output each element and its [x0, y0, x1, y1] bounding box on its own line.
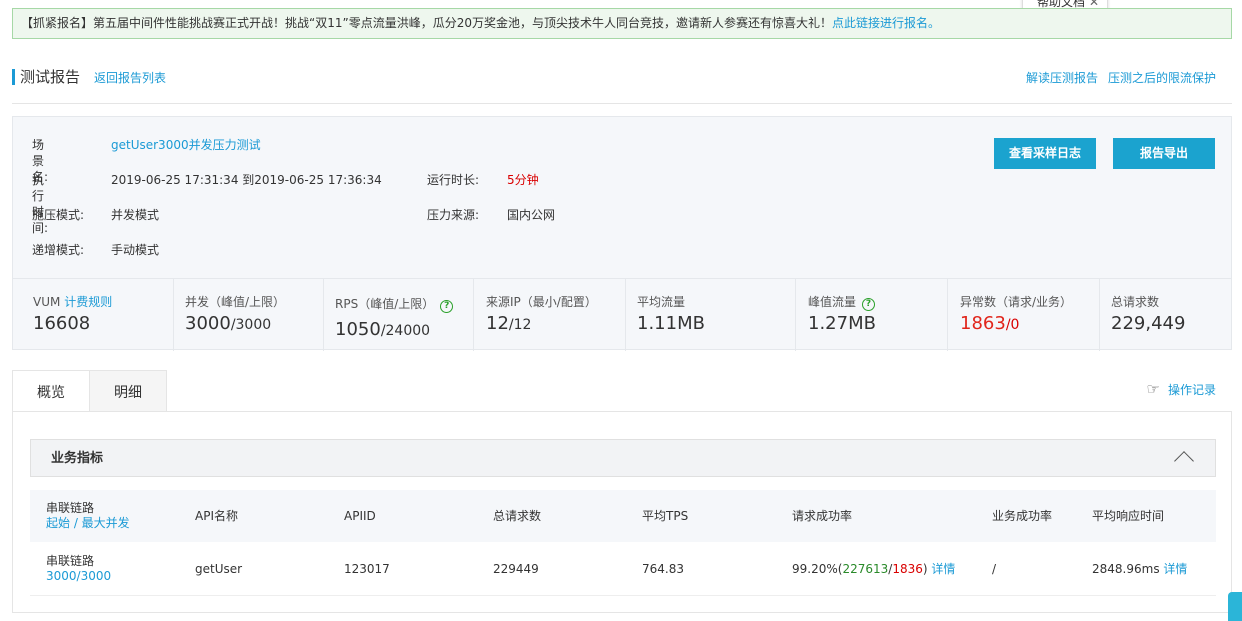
header-avg-tps: 平均TPS	[642, 509, 689, 523]
title-accent-bar	[12, 69, 15, 85]
response-time-detail-link[interactable]: 详情	[1163, 562, 1187, 576]
tab-overview[interactable]: 概览	[12, 370, 90, 412]
time-value: 2019-06-25 17:31:34 到2019-06-25 17:36:34	[111, 173, 382, 187]
ip-min: 12	[486, 313, 509, 334]
success-detail-link[interactable]: 详情	[931, 562, 955, 576]
pointing-hand-icon: ☞	[1146, 380, 1160, 398]
ramp-value: 手动模式	[111, 243, 160, 257]
rps-peak: 1050	[335, 319, 381, 340]
operation-record-link[interactable]: ☞ 操作记录	[1147, 381, 1216, 398]
row-biz-success-rate: /	[992, 562, 997, 576]
overview-panel: 业务指标 串联链路 起始 / 最大并发 API名称 APIID 总请求数 平均T…	[12, 411, 1232, 613]
mode-label: 施压模式:	[32, 208, 85, 222]
metric-label: VUM 计费规则	[33, 293, 112, 310]
success-rate-value: 99.20%	[792, 562, 838, 576]
metrics-strip: VUM 计费规则 16608 并发（峰值/上限） 3000/3000 RPS（峰…	[13, 278, 1231, 351]
concurrency-peak: 3000	[185, 313, 231, 334]
row-success-rate: 99.20%(227613/1836) 详情	[792, 562, 956, 576]
table-row: 串联链路 3000/3000 getUser 123017 229449 764…	[30, 542, 1216, 596]
time-label: 执行时间:	[32, 173, 49, 235]
announcement-banner: 【抓紧报名】第五届中间件性能挑战赛正式开战！挑战“双11”零点流量洪峰，瓜分20…	[12, 8, 1232, 39]
report-header: 测试报告 返回报告列表 解读压测报告 压测之后的限流保护	[12, 66, 1232, 104]
metric-value: 12/12	[486, 313, 531, 334]
duration-value: 5分钟	[507, 173, 539, 187]
view-sample-log-button[interactable]: 查看采样日志	[994, 138, 1096, 169]
row-avg-tps: 764.83	[642, 562, 684, 576]
metric-peak-flow: 峰值流量? 1.27MB	[796, 279, 948, 351]
peak-flow-label: 峰值流量	[808, 295, 857, 309]
report-info-panel: 场景名: getUser3000并发压力测试 执行时间: 2019-06-25 …	[12, 116, 1232, 351]
table-header: 串联链路 起始 / 最大并发 API名称 APIID 总请求数 平均TPS 请求…	[30, 490, 1216, 542]
header-api-id: APIID	[344, 509, 376, 523]
metric-value: 3000/3000	[185, 313, 271, 334]
metric-label: 并发（峰值/上限）	[185, 295, 286, 309]
fail-count: 1836	[892, 562, 923, 576]
metric-label: 平均流量	[637, 295, 686, 309]
row-avg-response-time: 2848.96ms 详情	[1092, 561, 1187, 577]
source-label: 压力来源:	[427, 208, 480, 222]
row-chain-concurrency: 3000/3000	[46, 569, 112, 583]
banner-signup-link[interactable]: 点此链接进行报名。	[832, 16, 940, 30]
metric-avg-flow: 平均流量 1.11MB	[626, 279, 796, 351]
metric-value: 1050/24000	[335, 319, 430, 340]
row-api-name: getUser	[195, 562, 243, 576]
metric-value: 16608	[33, 313, 91, 334]
metric-value: 229,449	[1111, 313, 1186, 334]
ramp-label: 递增模式:	[32, 243, 85, 257]
metric-source-ip: 来源IP（最小/配置） 12/12	[474, 279, 626, 351]
header-avg-response-time: 平均响应时间	[1092, 509, 1165, 523]
interpret-report-link[interactable]: 解读压测报告	[1026, 71, 1098, 85]
error-business: /0	[1005, 317, 1020, 333]
source-value: 国内公网	[507, 208, 556, 222]
export-report-button[interactable]: 报告导出	[1113, 138, 1215, 169]
duration-label: 运行时长:	[427, 173, 480, 187]
success-count: 227613	[842, 562, 889, 576]
header-success-rate: 请求成功率	[792, 509, 853, 523]
metric-value: 1.11MB	[637, 313, 705, 334]
metric-label: 总请求数	[1111, 295, 1160, 309]
back-to-report-list-link[interactable]: 返回报告列表	[94, 70, 166, 86]
header-biz-success-rate: 业务成功率	[992, 509, 1053, 523]
concurrency-limit: /3000	[230, 317, 272, 333]
metric-concurrency: 并发（峰值/上限） 3000/3000	[174, 279, 324, 351]
header-api-name: API名称	[195, 509, 238, 523]
billing-rules-link[interactable]: 计费规则	[64, 295, 112, 309]
row-chain: 串联链路	[46, 554, 95, 568]
metric-label: 来源IP（最小/配置）	[486, 295, 597, 309]
rate-limit-protection-link[interactable]: 压测之后的限流保护	[1108, 71, 1216, 85]
page-title: 测试报告	[20, 68, 81, 86]
metric-vum: VUM 计费规则 16608	[13, 279, 174, 351]
help-circle-icon[interactable]: ?	[862, 298, 876, 311]
ip-conf: /12	[508, 317, 532, 333]
error-requests: 1863	[960, 313, 1006, 334]
metric-label: RPS（峰值/上限）?	[335, 295, 454, 313]
scene-name-link[interactable]: getUser3000并发压力测试	[111, 137, 261, 153]
chevron-up-icon[interactable]	[1174, 451, 1194, 471]
operation-record-label: 操作记录	[1167, 383, 1216, 397]
mode-value: 并发模式	[111, 208, 160, 222]
metric-label: 异常数（请求/业务）	[960, 295, 1073, 309]
banner-text: 【抓紧报名】第五届中间件性能挑战赛正式开战！挑战“双11”零点流量洪峰，瓜分20…	[21, 16, 832, 30]
rps-label: RPS（峰值/上限）	[335, 297, 435, 311]
header-chain: 串联链路	[46, 501, 95, 515]
header-total-requests: 总请求数	[493, 509, 542, 523]
section-title: 业务指标	[51, 451, 104, 466]
rps-limit: /24000	[380, 323, 431, 339]
metric-value: 1.27MB	[808, 313, 876, 334]
metric-label: 峰值流量?	[808, 293, 876, 311]
floating-support-button[interactable]	[1228, 592, 1242, 621]
business-metrics-header[interactable]: 业务指标	[30, 439, 1216, 477]
metric-rps: RPS（峰值/上限）? 1050/24000	[324, 279, 474, 351]
metric-errors: 异常数（请求/业务） 1863/0	[948, 279, 1100, 351]
header-links: 解读压测报告 压测之后的限流保护	[1016, 70, 1216, 86]
vum-label: VUM	[33, 295, 61, 309]
help-circle-icon[interactable]: ?	[440, 300, 454, 313]
metric-total-requests: 总请求数 229,449	[1100, 279, 1231, 351]
tab-details[interactable]: 明细	[89, 370, 167, 412]
header-chain-sub: 起始 / 最大并发	[46, 516, 130, 530]
response-time-value: 2848.96ms	[1092, 562, 1160, 576]
row-api-id: 123017	[344, 562, 390, 576]
row-total-requests: 229449	[493, 562, 539, 576]
metric-value: 1863/0	[960, 313, 1019, 334]
